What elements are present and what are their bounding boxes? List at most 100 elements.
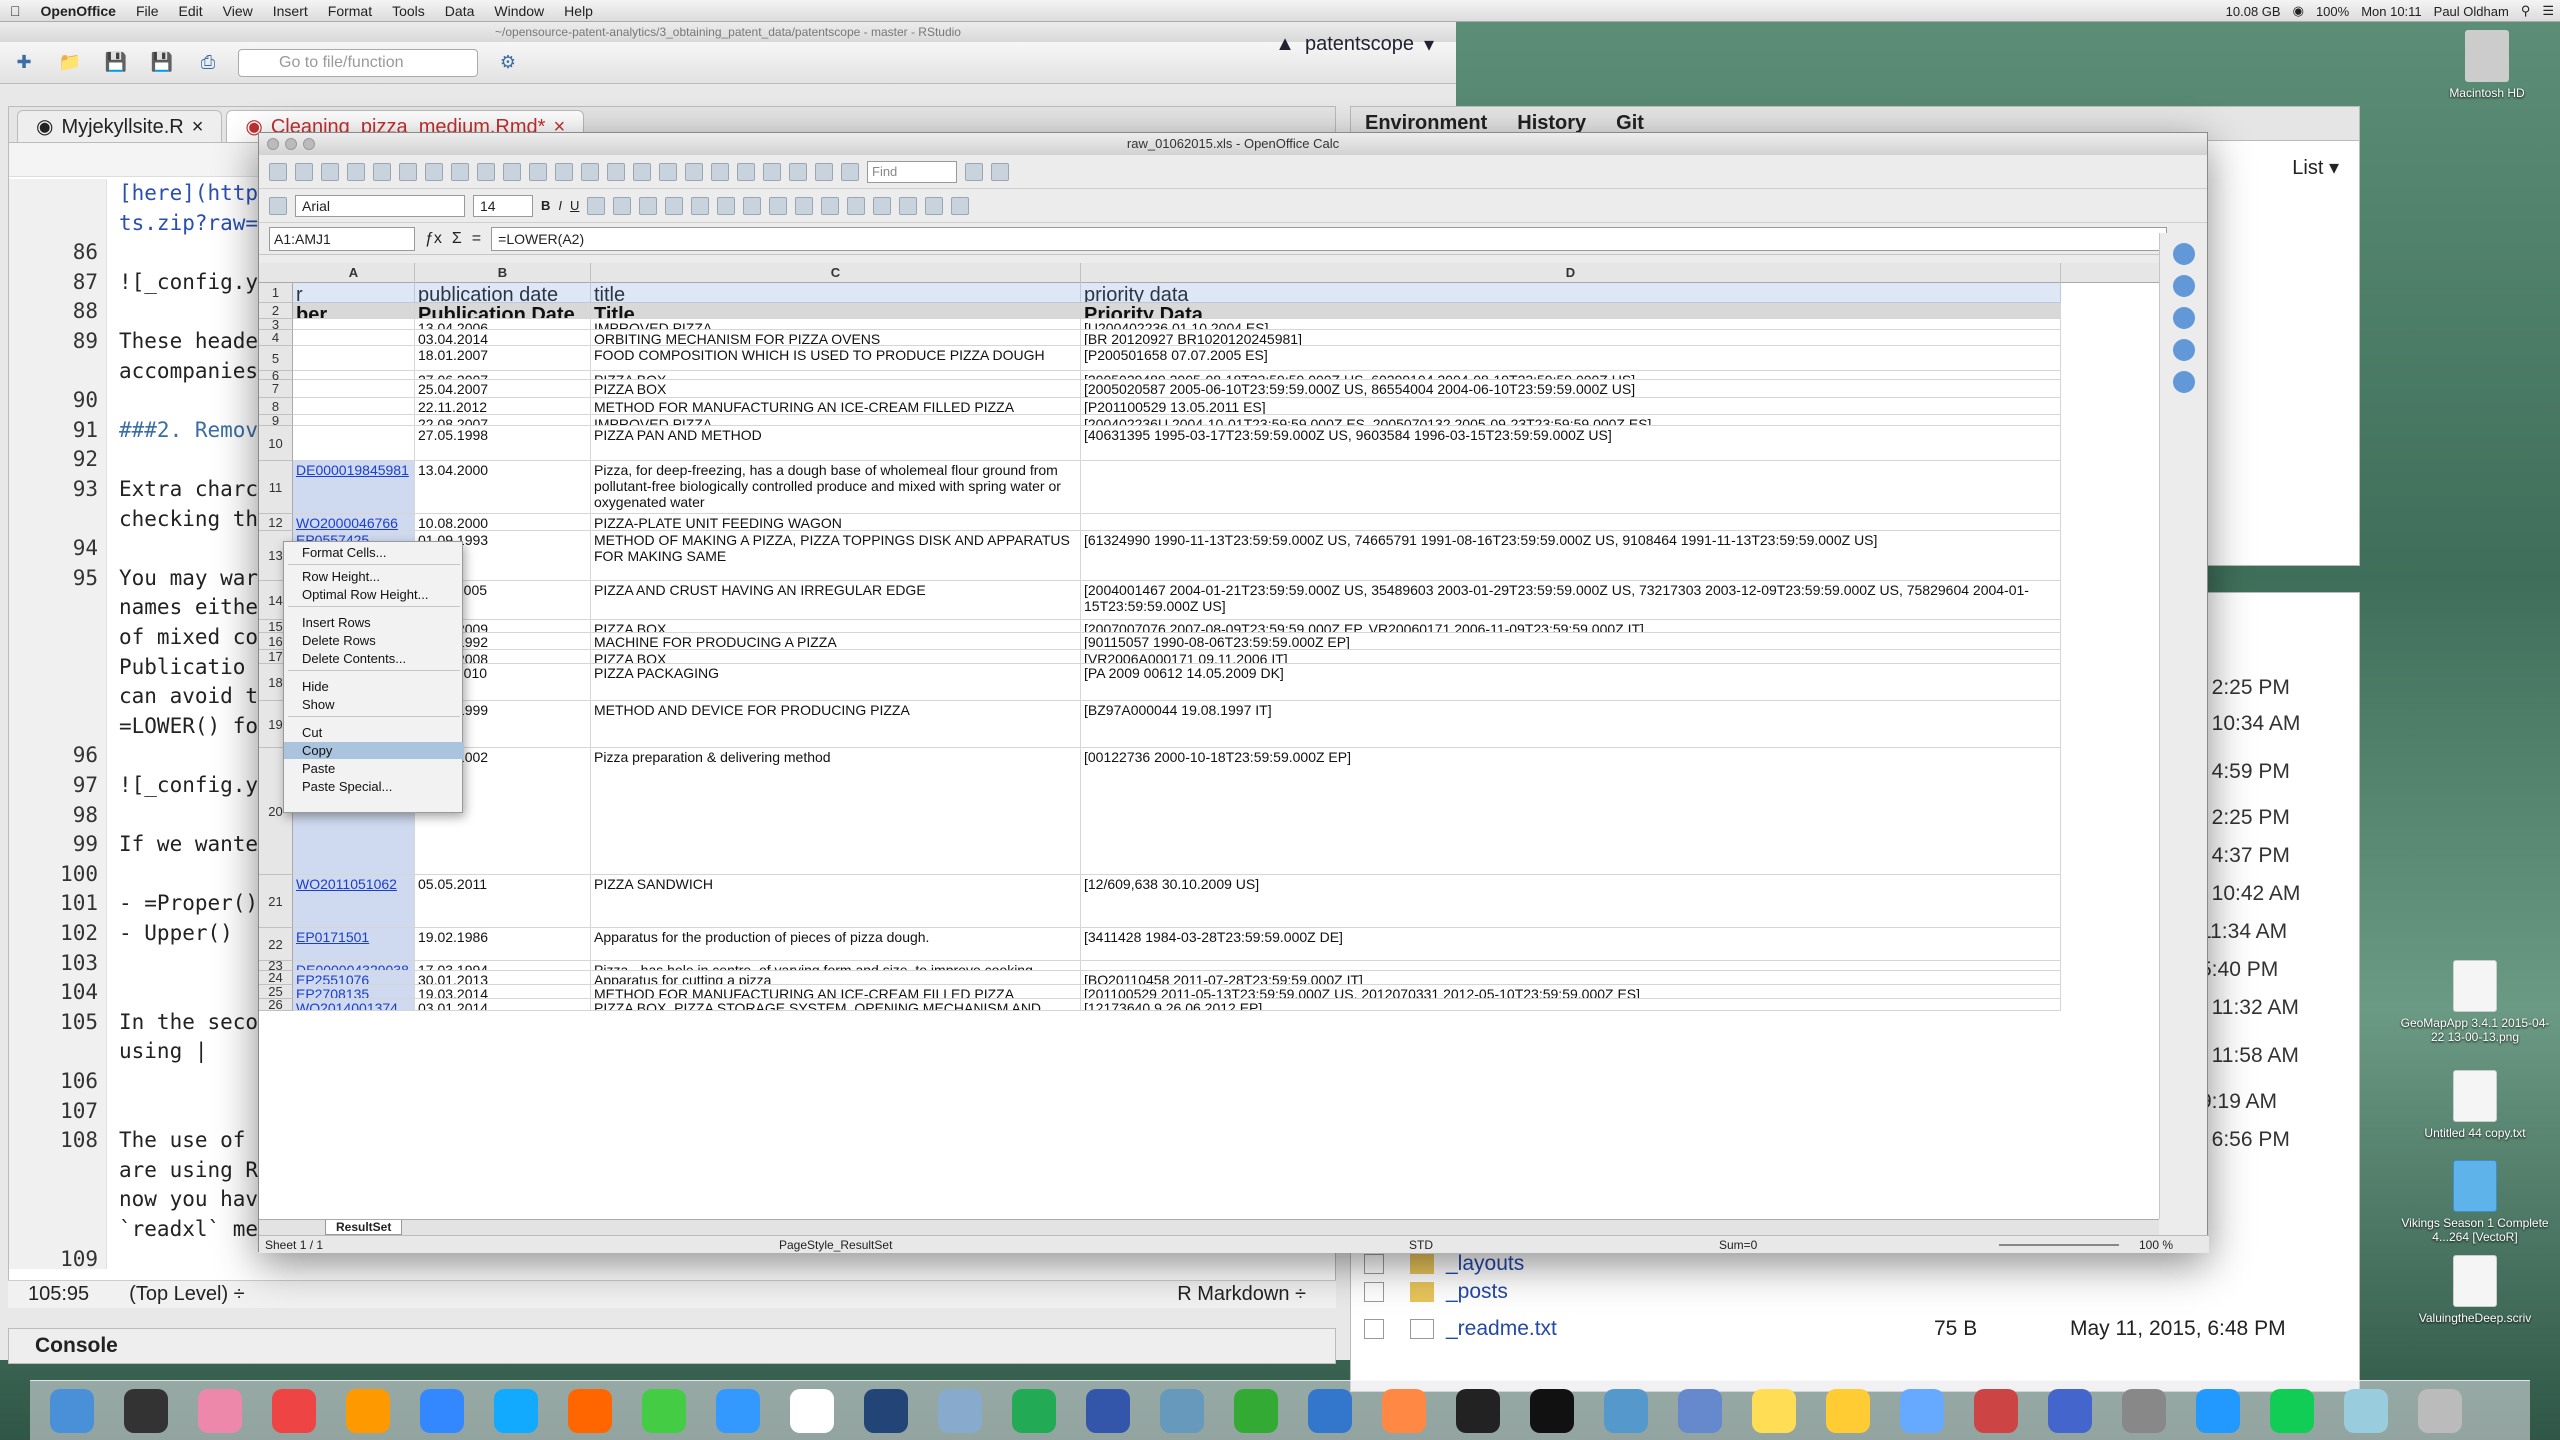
row-header[interactable]: 21	[259, 875, 293, 928]
row-header[interactable]: 3	[259, 317, 293, 332]
column-header-c[interactable]: C	[591, 263, 1081, 283]
cell-d[interactable]: [200402236U 2004-10-01T23:59:59.000Z ES,…	[1081, 415, 2061, 426]
menu-paste-special[interactable]: Paste Special...	[284, 778, 464, 795]
increase-indent-icon[interactable]	[873, 196, 892, 215]
cell-c[interactable]: PIZZA BOX, PIZZA STORAGE SYSTEM, OPENING…	[591, 999, 1081, 1011]
console-pane[interactable]: Console	[8, 1328, 1336, 1364]
menu-window[interactable]: Window	[484, 0, 554, 22]
cell-c[interactable]: FOOD COMPOSITION WHICH IS USED TO PRODUC…	[591, 346, 1081, 371]
open-project-icon[interactable]: 📁	[54, 50, 86, 76]
cell-b[interactable]: 19.02.1986	[415, 928, 591, 961]
menu-cut[interactable]: Cut	[284, 724, 464, 741]
spellcheck-icon[interactable]	[477, 162, 495, 181]
finder-icon[interactable]	[50, 1389, 94, 1433]
clock[interactable]: Mon 10:11	[2355, 4, 2427, 19]
cell-c[interactable]: PIZZA AND CRUST HAVING AN IRREGULAR EDGE	[591, 581, 1081, 620]
onepassword-icon[interactable]	[864, 1389, 908, 1433]
cell-b[interactable]: 03.01.2014	[415, 999, 591, 1011]
column-header-d[interactable]: D	[1081, 263, 2061, 283]
spotlight-icon[interactable]: ⚲	[2515, 3, 2537, 19]
cell-d[interactable]: [P200501658 07.07.2005 ES]	[1081, 346, 2061, 371]
file-row[interactable]: _layouts	[1364, 1252, 2354, 1276]
find-up-icon[interactable]	[991, 162, 1009, 181]
cell-c[interactable]: IMPROVED PIZZA	[591, 319, 1081, 330]
cell-c[interactable]: IMPROVED PIZZA	[591, 415, 1081, 426]
properties-icon[interactable]	[2172, 243, 2195, 265]
styles-icon[interactable]	[269, 196, 287, 215]
menu-file[interactable]: File	[126, 0, 169, 22]
email-icon[interactable]	[347, 162, 365, 181]
github-icon[interactable]	[1456, 1389, 1500, 1433]
numbers-icon[interactable]	[1234, 1389, 1278, 1433]
export-pdf-icon[interactable]	[399, 162, 417, 181]
close-window-icon[interactable]	[267, 138, 279, 150]
cell-c[interactable]: METHOD OF MAKING A PIZZA, PIZZA TOPPINGS…	[591, 531, 1081, 581]
name-box[interactable]: A1:AMJ1	[269, 226, 415, 251]
scope-selector[interactable]: (Top Level) ÷	[129, 1283, 244, 1306]
close-icon[interactable]: ×	[192, 111, 204, 143]
cell-b[interactable]: Publication Date	[415, 303, 591, 319]
column-header-b[interactable]: B	[415, 263, 591, 283]
cell-a[interactable]	[293, 319, 415, 330]
navigator-icon[interactable]	[2172, 339, 2195, 361]
menu-row-height[interactable]: Row Height...	[284, 568, 464, 585]
paste-icon[interactable]	[555, 162, 573, 181]
new-file-icon[interactable]: ✚	[8, 50, 40, 76]
row-header[interactable]: 4	[259, 330, 293, 346]
delete-decimal-icon[interactable]	[821, 196, 840, 215]
row-header[interactable]: 24	[259, 970, 293, 985]
xcode-icon[interactable]	[1604, 1389, 1648, 1433]
skype-icon[interactable]	[494, 1389, 538, 1433]
borders-icon[interactable]	[899, 196, 918, 215]
stickies-icon[interactable]	[1826, 1389, 1870, 1433]
word-icon[interactable]	[1086, 1389, 1130, 1433]
project-menu[interactable]: ▲ patentscope ▾	[1275, 32, 1434, 57]
user-name[interactable]: Paul Oldham	[2428, 4, 2515, 19]
cell-c[interactable]: PIZZA SANDWICH	[591, 875, 1081, 928]
cell-b[interactable]: 13.04.2006	[415, 319, 591, 330]
decrease-indent-icon[interactable]	[847, 196, 866, 215]
menu-tools[interactable]: Tools	[382, 0, 435, 22]
virtualbox-icon[interactable]	[2048, 1389, 2092, 1433]
cut-icon[interactable]	[503, 162, 521, 181]
cell-b[interactable]: 27.06.2007	[415, 371, 591, 380]
cell-a[interactable]	[293, 330, 415, 346]
save-all-icon[interactable]: 💾	[146, 50, 178, 76]
music-icon[interactable]	[1974, 1389, 2018, 1433]
cell-c[interactable]: ORBITING MECHANISM FOR PIZZA OVENS	[591, 330, 1081, 346]
cell-a[interactable]: EP2551076	[293, 971, 415, 985]
font-size-select[interactable]: 14	[473, 194, 533, 217]
align-left-icon[interactable]	[587, 196, 606, 215]
cell-a[interactable]: WO2011051062	[293, 875, 415, 928]
cell-a[interactable]	[293, 415, 415, 426]
menu-help[interactable]: Help	[554, 0, 603, 22]
zoom-window-icon[interactable]	[303, 138, 315, 150]
sum-icon[interactable]: Σ	[452, 230, 462, 248]
underline-icon[interactable]: U	[570, 198, 579, 213]
cell-c[interactable]: PIZZA BOX	[591, 620, 1081, 633]
cell-c[interactable]: PIZZA-PLATE UNIT FEEDING WAGON	[591, 514, 1081, 531]
file-row[interactable]: _posts	[1364, 1280, 2354, 1304]
cell-c[interactable]: Pizza preparation & delivering method	[591, 748, 1081, 875]
print-icon[interactable]	[425, 162, 443, 181]
copy-icon[interactable]	[529, 162, 547, 181]
standard-format-icon[interactable]	[769, 196, 788, 215]
menu-hide[interactable]: Hide	[284, 678, 464, 695]
menu-optimal-row-height[interactable]: Optimal Row Height...	[284, 586, 464, 603]
apple-icon[interactable]: 	[0, 0, 31, 22]
justify-icon[interactable]	[665, 196, 684, 215]
background-color-icon[interactable]	[925, 196, 944, 215]
cell-c[interactable]: METHOD AND DEVICE FOR PRODUCING PIZZA	[591, 701, 1081, 748]
hyperlink-icon[interactable]	[659, 162, 677, 181]
goto-file-input[interactable]: Go to file/function	[238, 48, 478, 77]
row-header[interactable]: 12	[259, 514, 293, 531]
cell-c[interactable]: PIZZA BOX	[591, 371, 1081, 380]
cell-a[interactable]: EP0171501	[293, 928, 415, 961]
chart-icon[interactable]	[737, 162, 755, 181]
cell-b[interactable]: 19.03.2014	[415, 985, 591, 999]
ibooks-icon[interactable]	[346, 1389, 390, 1433]
font-color-icon[interactable]	[951, 196, 970, 215]
desktop-icon-untitled[interactable]: Untitled 44 copy.txt	[2400, 1070, 2550, 1140]
checkbox[interactable]	[1364, 1254, 1384, 1275]
menu-format-cells[interactable]: Format Cells...	[284, 544, 464, 561]
